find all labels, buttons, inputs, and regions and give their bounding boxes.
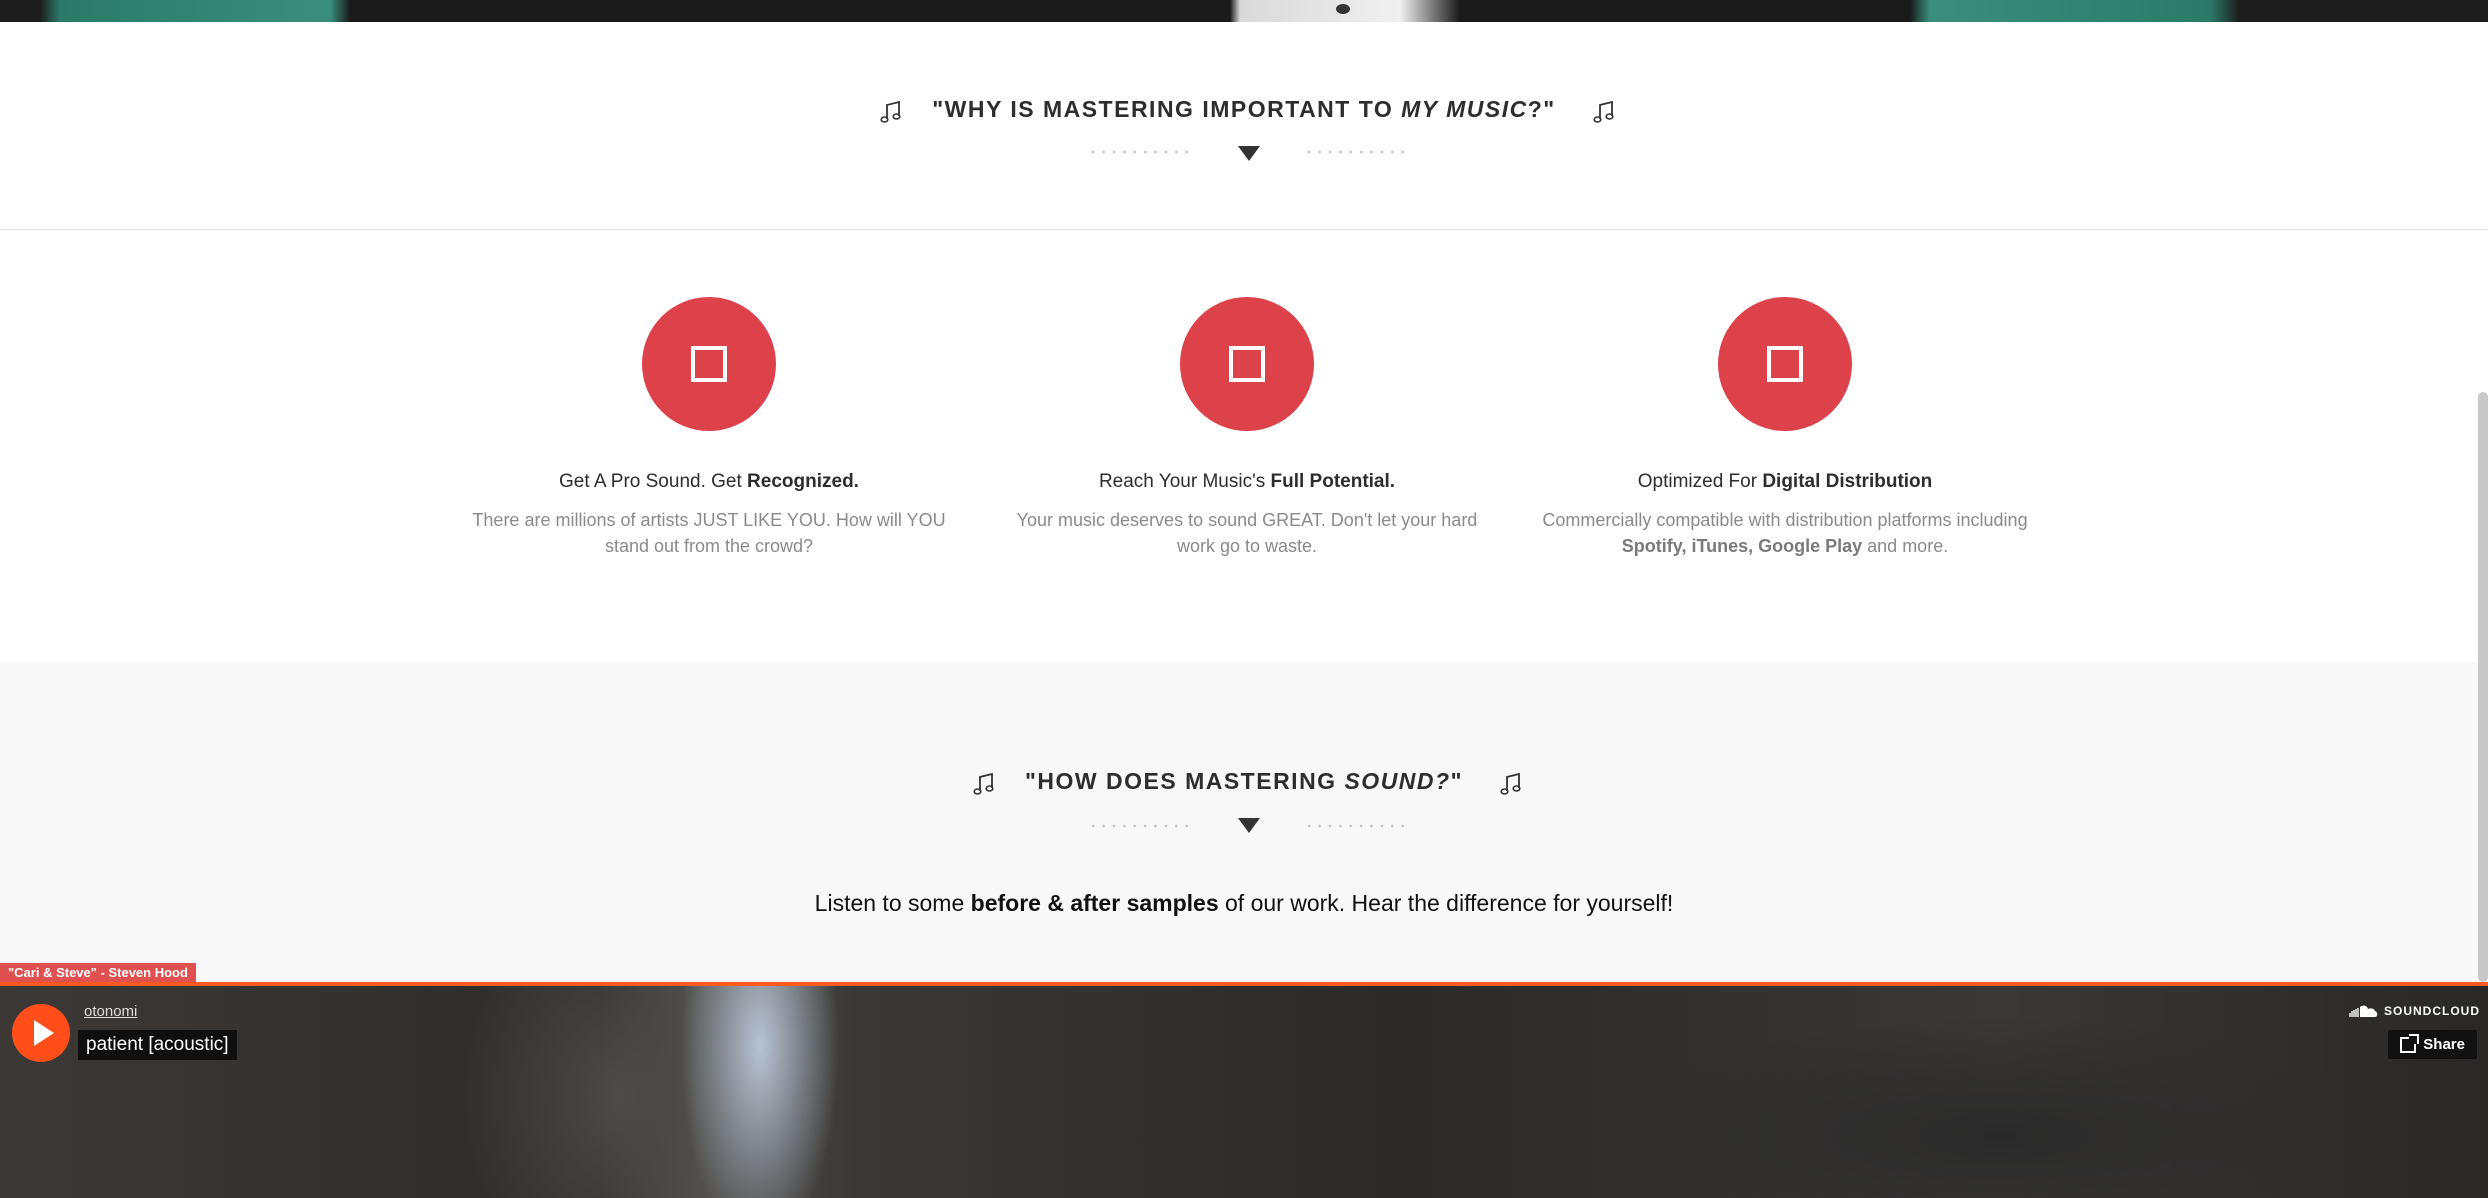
page-scrollbar[interactable] xyxy=(2478,392,2488,982)
why-section: "WHY IS MASTERING IMPORTANT TO MY MUSIC?… xyxy=(0,22,2488,230)
feature-icon-circle xyxy=(1718,297,1852,431)
feature-icon-circle xyxy=(642,297,776,431)
music-note-icon xyxy=(1500,772,1521,795)
feature-title: Reach Your Music's Full Potential. xyxy=(1098,471,1396,492)
soundcloud-logo[interactable]: SOUNDCLOUD xyxy=(2349,1004,2480,1018)
square-icon xyxy=(691,346,727,382)
dotted-divider-left xyxy=(1088,824,1192,828)
how-section: "HOW DOES MASTERING SOUND?" Listen to so… xyxy=(0,662,2488,982)
play-icon xyxy=(34,1020,54,1046)
dotted-divider-right xyxy=(1304,824,1408,828)
why-heading: "WHY IS MASTERING IMPORTANT TO MY MUSIC?… xyxy=(932,96,1556,122)
square-icon xyxy=(1229,346,1265,382)
feature-icon-circle xyxy=(1180,297,1314,431)
sample-label: "Cari & Steve" - Steven Hood xyxy=(0,963,196,982)
feature-description: There are millions of artists JUST LIKE … xyxy=(472,510,946,556)
chevron-down-icon xyxy=(1238,818,1260,833)
dotted-divider-left xyxy=(1088,150,1192,154)
feature-description: Your music deserves to sound GREAT. Don'… xyxy=(1016,510,1478,556)
feature-title: Optimized For Digital Distribution xyxy=(1637,471,1933,492)
share-icon xyxy=(2400,1033,2420,1053)
feature-pro-sound: Get A Pro Sound. Get Recognized. There a… xyxy=(449,297,969,559)
feature-digital-distribution: Optimized For Digital Distribution Comme… xyxy=(1525,297,2045,559)
features-section: Get A Pro Sound. Get Recognized. There a… xyxy=(0,230,2488,662)
how-heading: "HOW DOES MASTERING SOUND?" xyxy=(1025,768,1463,794)
track-title[interactable]: patient [acoustic] xyxy=(78,1030,237,1060)
share-button[interactable]: Share xyxy=(2388,1030,2477,1059)
hero-knob xyxy=(1336,4,1350,14)
hero-image-bottom-edge xyxy=(0,0,2488,22)
artist-link[interactable]: otonomi xyxy=(84,1003,137,1020)
feature-full-potential: Reach Your Music's Full Potential. Your … xyxy=(987,297,1507,559)
listen-intro-text: Listen to some before & after samples of… xyxy=(814,890,1674,916)
play-button[interactable] xyxy=(12,1004,70,1062)
chevron-down-icon xyxy=(1238,146,1260,161)
music-note-icon xyxy=(1593,100,1614,123)
soundcloud-player[interactable]: otonomi patient [acoustic] SOUNDCLOUD Sh… xyxy=(0,982,2488,1198)
dotted-divider-right xyxy=(1304,150,1408,154)
feature-description: Commercially compatible with distributio… xyxy=(1542,510,2028,556)
feature-title: Get A Pro Sound. Get Recognized. xyxy=(559,471,859,492)
square-icon xyxy=(1767,346,1803,382)
soundcloud-icon xyxy=(2349,1005,2378,1017)
